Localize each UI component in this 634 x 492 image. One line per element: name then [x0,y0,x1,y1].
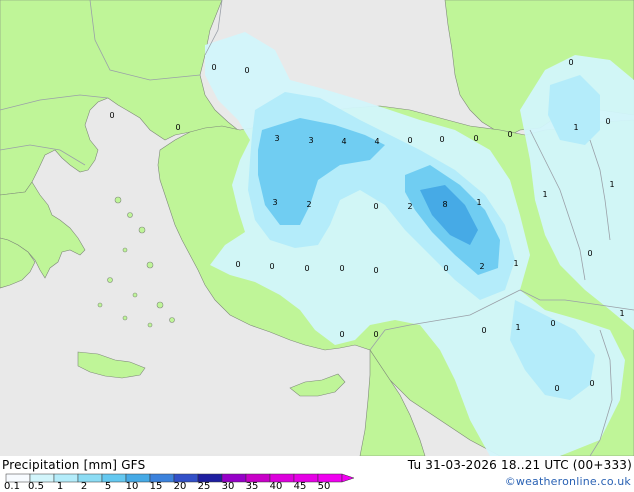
value-label: 0 [439,135,444,144]
scale-tick-label: 30 [221,481,235,492]
model-name: GFS [121,458,146,472]
value-label: 2 [306,200,311,209]
scale-tick-label: 0.5 [28,481,44,492]
value-label: 0 [443,264,448,273]
scale-arrow [341,473,355,483]
scale-tick-label: 2 [80,481,88,492]
value-label: 0 [175,123,180,132]
value-label: 0 [507,130,512,139]
value-label: 4 [374,137,379,146]
valid-time: Tu 31-03-2026 18..21 UTC (00+333) [407,458,632,472]
value-label: 0 [339,330,344,339]
precipitation-map: 0 0 0 0 3 3 4 4 0 0 0 0 0 1 0 3 2 0 2 8 1 1 1 0 0 0 0 0 0 0 2 1 0 0 0 1 0 1 0 0 [0,0,634,456]
value-label: 0 [568,58,573,67]
value-label: 0 [473,134,478,143]
value-label: 0 [373,266,378,275]
value-label: 0 [304,264,309,273]
value-label: 1 [476,198,481,207]
value-label: 3 [272,198,277,207]
scale-tick-label: 1 [56,481,64,492]
value-label: 2 [479,262,484,271]
value-label: 0 [211,63,216,72]
product-label: Precipitation [mm] GFS [2,458,145,472]
value-label: 0 [244,66,249,75]
value-label: 1 [573,123,578,132]
value-label: 0 [407,136,412,145]
footer: Precipitation [mm] GFS Tu 31-03-2026 18.… [0,456,634,492]
scale-tick-label: 20 [173,481,187,492]
value-label: 0 [587,249,592,258]
scale-tick-label: 15 [149,481,163,492]
scale-tick-label: 5 [104,481,112,492]
value-label: 8 [442,200,447,209]
value-label: 0 [373,330,378,339]
scale-tick-label: 10 [125,481,139,492]
value-label: 1 [619,309,624,318]
credit-link[interactable]: ©weatheronline.co.uk [505,475,631,488]
scale-tick-label: 45 [293,481,307,492]
scale-tick-label: 0.1 [4,481,20,492]
product-title: Precipitation [mm] [2,458,118,472]
value-label: 1 [513,259,518,268]
scale-tick-label: 50 [317,481,331,492]
value-label: 4 [341,137,346,146]
value-label: 3 [308,136,313,145]
value-label: 0 [605,117,610,126]
value-label: 0 [339,264,344,273]
value-label: 0 [235,260,240,269]
value-label: 0 [109,111,114,120]
value-label: 1 [609,180,614,189]
scale-tick-label: 25 [197,481,211,492]
value-label: 2 [407,202,412,211]
value-label: 0 [269,262,274,271]
value-label: 0 [550,319,555,328]
value-label: 0 [373,202,378,211]
value-label: 1 [542,190,547,199]
value-label: 1 [515,323,520,332]
value-label: 3 [274,134,279,143]
value-label: 0 [589,379,594,388]
scale-tick-label: 40 [269,481,283,492]
scale-tick-label: 35 [245,481,259,492]
value-label: 0 [554,384,559,393]
value-label: 0 [481,326,486,335]
